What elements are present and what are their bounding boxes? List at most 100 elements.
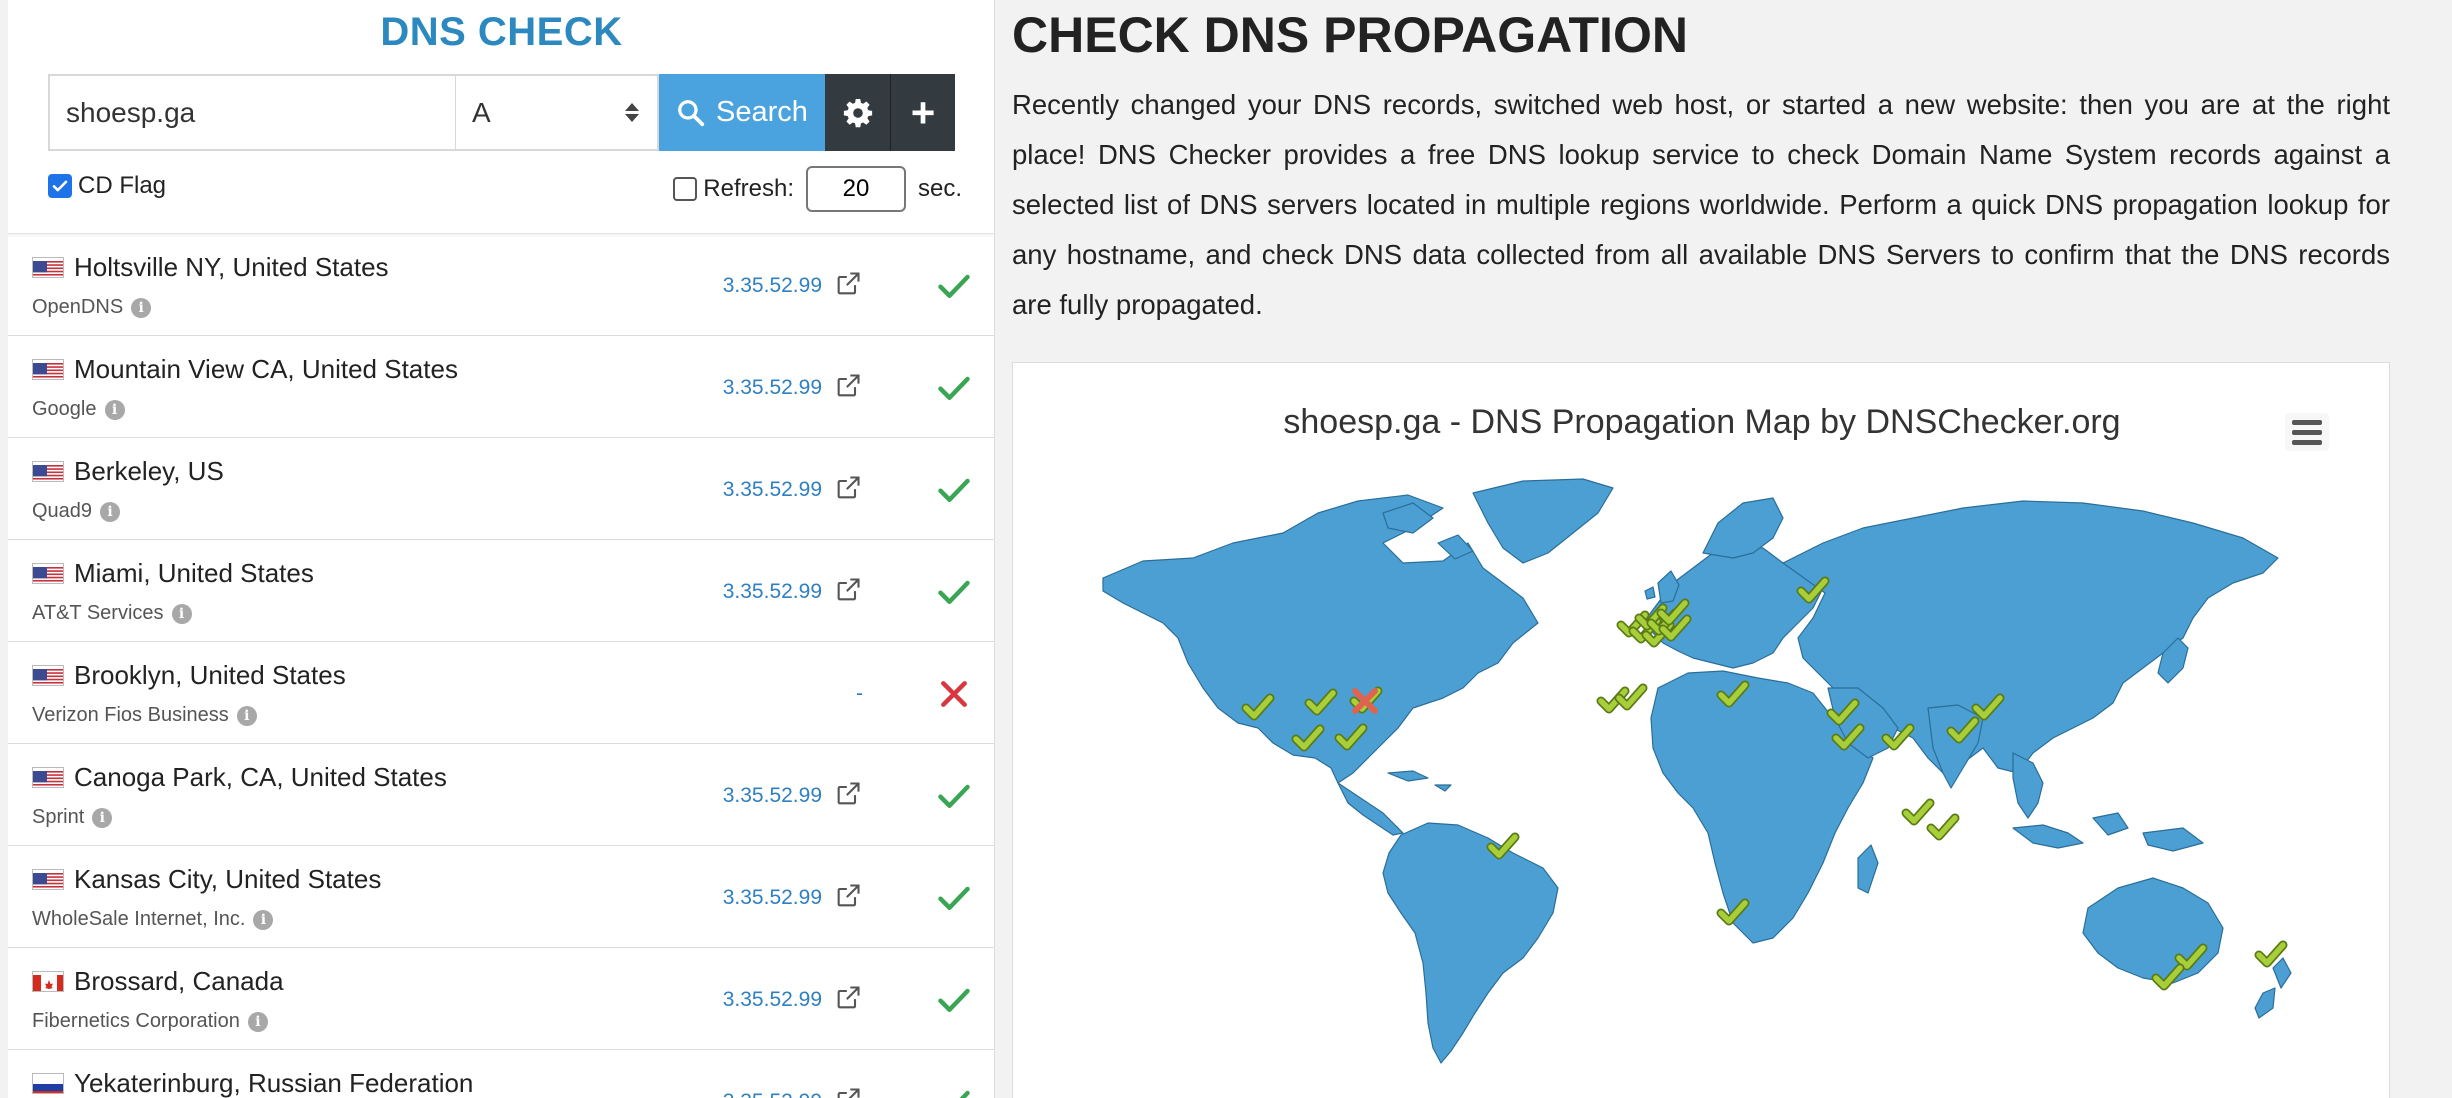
search-button[interactable]: Search	[659, 74, 825, 151]
server-location: Brooklyn, United States	[32, 660, 346, 691]
intro-paragraph: Recently changed your DNS records, switc…	[1012, 89, 2390, 320]
info-icon[interactable]: i	[236, 705, 257, 726]
us-flag-icon	[32, 767, 64, 788]
resolved-ip: 3.35.52.99	[722, 988, 822, 1011]
results-panel: DNS CHECK A Search +	[8, 0, 995, 1098]
resolved-ip: -	[856, 682, 863, 705]
external-link-icon[interactable]	[834, 576, 862, 604]
search-icon	[678, 99, 705, 126]
check-icon	[938, 580, 970, 604]
info-icon[interactable]: i	[131, 297, 152, 318]
world-map	[1102, 478, 2292, 1064]
north-america-shape	[1102, 494, 1539, 784]
refresh-checkbox[interactable]	[673, 177, 698, 201]
cross-icon	[941, 681, 967, 707]
location-label: Kansas City, United States	[74, 864, 382, 894]
external-link-icon[interactable]	[834, 270, 862, 298]
hamburger-menu-icon[interactable]	[2285, 413, 2329, 451]
external-link-icon[interactable]	[834, 780, 862, 808]
domain-input[interactable]	[48, 74, 456, 151]
server-location: Berkeley, US	[32, 456, 224, 487]
external-link-icon[interactable]	[834, 372, 862, 400]
provider-label: Quad9	[32, 500, 93, 522]
info-icon[interactable]: i	[253, 909, 274, 930]
continents	[1102, 478, 2292, 1064]
info-icon[interactable]: i	[247, 1011, 268, 1032]
indonesia-shape	[2012, 812, 2204, 852]
result-row: Holtsville NY, United States OpenDNS i 3.35…	[8, 234, 994, 336]
external-link-icon[interactable]	[834, 882, 862, 910]
result-row: Berkeley, US Quad9 i 3.35.52.99	[8, 438, 994, 540]
check-icon	[938, 478, 970, 502]
provider-label: Verizon Fios Business	[32, 704, 229, 726]
status-indicator	[934, 878, 974, 918]
madagascar-shape	[1857, 844, 1879, 894]
resolved-ip: 3.35.52.99	[722, 274, 822, 297]
record-type-select[interactable]: A	[456, 74, 659, 151]
page-title: CHECK DNS PROPAGATION	[1012, 7, 1688, 63]
check-icon	[938, 784, 970, 808]
map-check-marker[interactable]	[1901, 798, 1935, 826]
status-indicator	[934, 1082, 974, 1098]
settings-button[interactable]	[825, 74, 890, 151]
resolved-ip: 3.35.52.99	[722, 376, 822, 399]
us-flag-icon	[32, 359, 64, 380]
record-type-value: A	[472, 96, 491, 128]
location-label: Mountain View CA, United States	[74, 354, 458, 384]
refresh-unit: sec.	[917, 175, 962, 202]
cd-flag-checkbox[interactable]	[48, 174, 72, 198]
provider-label: AT&T Services	[32, 602, 164, 624]
info-icon[interactable]: i	[104, 399, 125, 420]
info-icon[interactable]: i	[92, 807, 113, 828]
scandinavia-shape	[1702, 497, 1784, 559]
check-icon	[938, 886, 970, 910]
select-arrows-icon	[625, 103, 639, 122]
result-row: Canoga Park, CA, United States Sprint i 3.3…	[8, 744, 994, 846]
check-icon	[938, 376, 970, 400]
status-indicator	[934, 266, 974, 306]
result-row: Brossard, Canada Fibernetics Corporation i…	[8, 948, 994, 1050]
resolved-ip: 3.35.52.99	[722, 784, 822, 807]
info-icon[interactable]: i	[100, 501, 121, 522]
provider-name: Fibernetics Corporation i	[32, 1010, 268, 1033]
map-title: shoesp.ga - DNS Propagation Map by DNSCh…	[1283, 403, 2121, 441]
us-flag-icon	[32, 665, 64, 686]
result-row: Mountain View CA, United States Google i 3.…	[8, 336, 994, 438]
resolved-ip: 3.35.52.99	[722, 886, 822, 909]
add-server-button[interactable]: +	[890, 74, 955, 151]
uk-shape	[1644, 570, 1680, 604]
status-indicator	[934, 368, 974, 408]
map-check-marker[interactable]	[1926, 813, 1960, 841]
resolved-ip: 3.35.52.99	[722, 580, 822, 603]
server-location: Brossard, Canada	[32, 966, 284, 997]
external-link-icon[interactable]	[834, 474, 862, 502]
server-location: Kansas City, United States	[32, 864, 381, 895]
server-location: Yekaterinburg, Russian Federation	[32, 1068, 473, 1098]
refresh-seconds-input[interactable]	[805, 166, 906, 212]
check-icon	[959, 1090, 970, 1098]
provider-name: OpenDNS i	[32, 296, 152, 319]
external-link-icon[interactable]	[834, 1086, 862, 1098]
info-icon[interactable]: i	[171, 603, 192, 624]
check-icon	[938, 274, 970, 298]
results-list: Holtsville NY, United States OpenDNS i 3.35…	[8, 234, 994, 1098]
search-button-label: Search	[716, 96, 808, 128]
south-america-shape	[1382, 822, 1559, 1064]
gear-icon	[843, 98, 872, 127]
location-label: Brossard, Canada	[74, 966, 284, 996]
provider-name: WholeSale Internet, Inc. i	[32, 908, 274, 931]
result-row: Kansas City, United States WholeSale Inte…	[8, 846, 994, 948]
provider-label: WholeSale Internet, Inc.	[32, 908, 246, 930]
provider-name: Google i	[32, 398, 125, 421]
resolved-ip: 3.35.52.99	[722, 478, 822, 501]
location-label: Canoga Park, CA, United States	[74, 762, 447, 792]
us-flag-icon	[32, 461, 64, 482]
provider-label: Google	[32, 398, 97, 420]
map-check-marker[interactable]	[2254, 940, 2288, 968]
status-indicator	[934, 572, 974, 612]
us-flag-icon	[32, 869, 64, 890]
external-link-icon[interactable]	[834, 984, 862, 1012]
server-location: Mountain View CA, United States	[32, 354, 458, 385]
provider-name: Verizon Fios Business i	[32, 704, 257, 727]
cd-flag-option: CD Flag	[48, 172, 166, 200]
